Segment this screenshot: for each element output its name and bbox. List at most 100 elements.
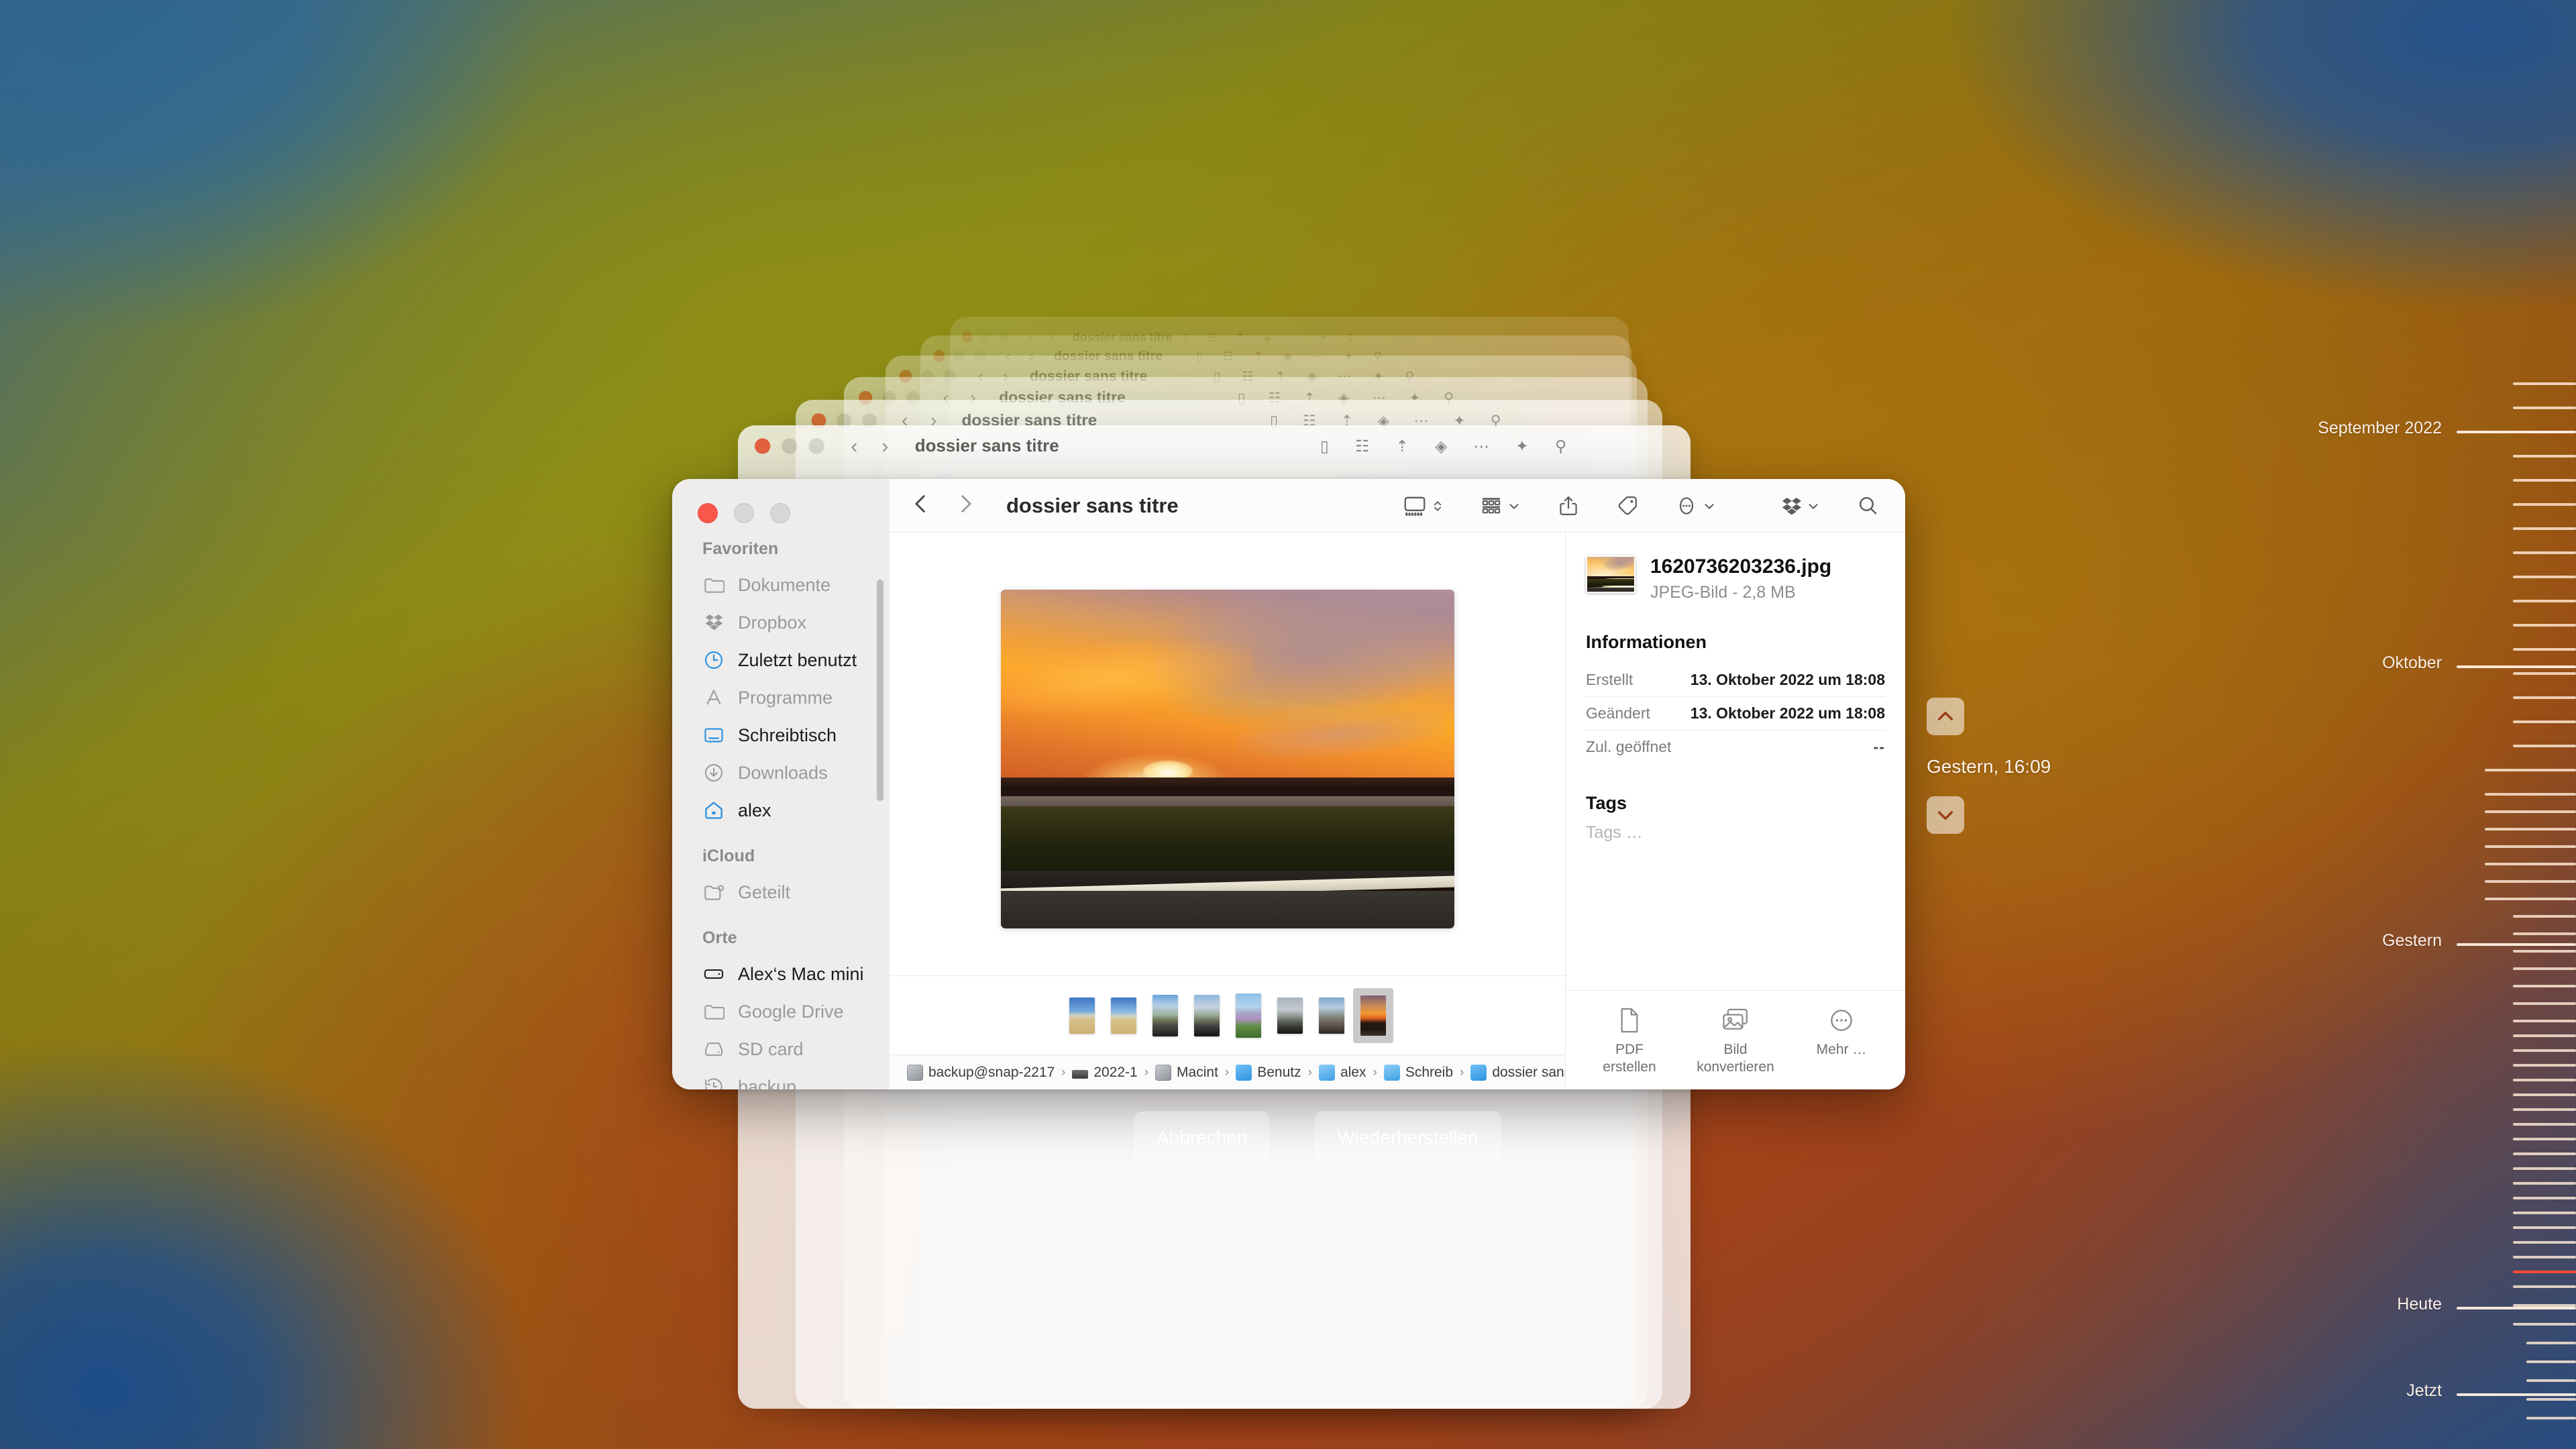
sidebar-item-alex[interactable]: alex [672,792,890,829]
timeline-tick[interactable] [2485,769,2576,771]
timeline-label[interactable]: Jetzt [2406,1381,2442,1401]
timeline-tick[interactable] [2513,1152,2576,1155]
sidebar-item-schreibtisch[interactable]: Schreibtisch [672,716,890,754]
timeline-tick[interactable] [2513,1138,2576,1140]
timeline-tick[interactable] [2526,1417,2576,1419]
timeline-tick[interactable] [2513,1079,2576,1081]
thumbnail-road-1[interactable] [1152,994,1178,1036]
timeline-tick[interactable] [2513,407,2576,409]
sidebar-item-downloads[interactable]: Downloads [672,754,890,792]
dropbox-button[interactable] [1777,494,1823,517]
breadcrumb-item[interactable]: Macint [1155,1064,1218,1081]
timeline-tick[interactable] [2457,665,2576,668]
timeline-tick[interactable] [2513,1212,2576,1214]
thumbnail-road-2[interactable] [1193,994,1220,1036]
share-button[interactable] [1554,494,1583,518]
timeline-tick[interactable] [2513,600,2576,602]
timeline-tick[interactable] [2513,1093,2576,1096]
thumbnail-beach-1[interactable] [1069,997,1095,1034]
tags-input[interactable]: Tags … [1566,823,1905,843]
close-button[interactable] [698,503,718,523]
convert-image-action[interactable]: Bild konvertieren [1688,1007,1782,1077]
more-actions-button[interactable] [1672,494,1719,518]
group-view-button[interactable] [1477,494,1524,518]
sidebar-scrollbar[interactable] [877,580,883,801]
thumbnail-road-3[interactable] [1277,997,1303,1034]
timeline-tick[interactable] [2513,382,2576,385]
timeline-tick[interactable] [2513,503,2576,506]
timeline-tick[interactable] [2513,696,2576,699]
breadcrumb-item[interactable]: Benutz [1236,1064,1301,1081]
timeline-tick[interactable] [2457,431,2576,433]
timeline-tick[interactable] [2513,551,2576,554]
timeline-tick[interactable] [2513,1271,2576,1273]
thumbnail-street[interactable] [1318,997,1344,1034]
timeline-tick[interactable] [2526,1379,2576,1382]
thumbnail-filmstrip[interactable] [890,975,1565,1055]
timeline-tick[interactable] [2513,648,2576,651]
timeline-tick[interactable] [2513,576,2576,578]
timeline-label[interactable]: September 2022 [2318,419,2442,438]
timeline-tick[interactable] [2485,863,2576,865]
timeline-tick[interactable] [2526,1360,2576,1363]
timeline-tick[interactable] [2513,720,2576,723]
thumbnail-beach-2[interactable] [1110,997,1136,1034]
timeline-tick[interactable] [2485,880,2576,883]
timeline-tick[interactable] [2513,1108,2576,1111]
snapshot-previous-button[interactable] [1927,698,1964,735]
timeline-tick[interactable] [2513,745,2576,747]
timeline-tick[interactable] [2485,845,2576,848]
timeline-tick[interactable] [2513,1034,2576,1037]
timeline-tick[interactable] [2513,1123,2576,1126]
timeline-tick[interactable] [2485,828,2576,830]
breadcrumb-item[interactable]: 2022-1 [1072,1065,1138,1081]
timeline-label[interactable]: Gestern [2382,931,2442,951]
sidebar-item-alex-s-mac-mini[interactable]: Alex‘s Mac mini [672,955,890,993]
image-preview[interactable] [1000,589,1454,928]
timeline-tick[interactable] [2513,915,2576,918]
breadcrumb-item[interactable]: dossier sans titre [1470,1064,1565,1081]
timeline-tick[interactable] [2485,898,2576,900]
timeline-tick[interactable] [2457,1307,2576,1309]
search-button[interactable] [1853,494,1882,518]
timeline-tick[interactable] [2485,793,2576,796]
restore-button[interactable]: Wiederherstellen [1314,1112,1501,1164]
timeline-label[interactable]: Heute [2397,1295,2442,1314]
timeline-tick[interactable] [2513,1285,2576,1288]
timeline-label[interactable]: Oktober [2382,653,2442,673]
timeline-tick[interactable] [2513,1256,2576,1258]
timeline-tick[interactable] [2513,1226,2576,1229]
sidebar-item-google-drive[interactable]: Google Drive [672,993,890,1030]
timeline-tick[interactable] [2513,1020,2576,1022]
thumbnail-tree[interactable] [1235,993,1261,1038]
timeline-tick[interactable] [2513,950,2576,953]
timeline-tick[interactable] [2513,1002,2576,1005]
sidebar-item-dropbox[interactable]: Dropbox [672,604,890,641]
create-pdf-action[interactable]: PDF erstellen [1582,1007,1676,1077]
zoom-button[interactable] [770,503,790,523]
timeline-tick[interactable] [2513,672,2576,675]
timeline-tick[interactable] [2513,1323,2576,1326]
tag-button[interactable] [1613,494,1642,518]
timeline-tick[interactable] [2513,985,2576,987]
timeline-tick[interactable] [2513,479,2576,482]
breadcrumb-item[interactable]: alex [1318,1064,1366,1081]
timeline-tick[interactable] [2513,1182,2576,1185]
thumbnail-sunset[interactable] [1360,995,1386,1036]
breadcrumb-item[interactable]: Schreib [1383,1064,1453,1081]
cancel-button[interactable]: Abbrechen [1134,1112,1271,1164]
timeline-tick[interactable] [2457,1393,2576,1396]
back-button[interactable] [910,492,932,519]
snapshot-next-button[interactable] [1927,796,1964,834]
gallery-view-button[interactable] [1399,493,1447,519]
sidebar-item-backup[interactable]: backup [672,1068,890,1089]
minimize-button[interactable] [734,503,754,523]
sidebar-item-dokumente[interactable]: Dokumente [672,566,890,604]
timeline-tick[interactable] [2513,1049,2576,1052]
timeline-tick[interactable] [2485,810,2576,813]
sidebar-item-programme[interactable]: Programme [672,679,890,716]
sidebar-item-sd-card[interactable]: SD card [672,1030,890,1068]
timeline-tick[interactable] [2513,624,2576,627]
timeline-tick[interactable] [2513,1064,2576,1067]
timeline-tick[interactable] [2513,967,2576,970]
